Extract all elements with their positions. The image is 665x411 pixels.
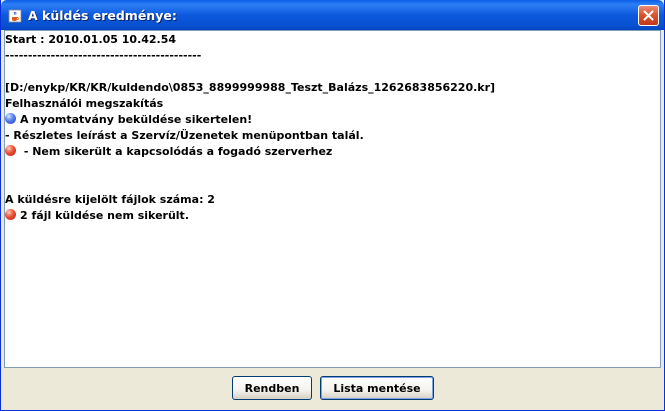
log-line: - Részletes leírást a Szervíz/Üzenetek m… (5, 129, 364, 142)
log-line: - Nem sikerült a kapcsolódás a fogadó sz… (5, 144, 332, 160)
log-line: Felhasználói megszakítás (5, 97, 164, 110)
dialog-window: A küldés eredménye: Start : 2010.01.05 1… (0, 0, 665, 411)
ok-button[interactable]: Rendben (232, 376, 312, 400)
button-bar: Rendben Lista mentése (1, 368, 664, 408)
log-line: A nyomtatvány beküldése sikertelen! (5, 112, 252, 128)
log-line: A küldésre kijelölt fájlok száma: 2 (5, 193, 215, 206)
log-line: [D:/enykp/KR/KR/kuldendo\0853_8899999988… (5, 81, 496, 94)
result-log-area[interactable]: Start : 2010.01.05 10.42.54 ------------… (4, 30, 661, 368)
red-status-dot-icon (5, 209, 16, 220)
java-cup-icon (8, 8, 22, 23)
title-bar[interactable]: A küldés eredménye: (1, 0, 664, 30)
log-line: Start : 2010.01.05 10.42.54 (5, 33, 177, 46)
red-status-dot-icon (5, 145, 16, 156)
log-line: ----------------------------------------… (5, 49, 202, 62)
window-title: A küldés eredménye: (28, 8, 177, 23)
blue-status-dot-icon (5, 113, 16, 124)
close-button[interactable] (638, 5, 659, 26)
save-list-button[interactable]: Lista mentése (320, 376, 434, 400)
close-icon (643, 10, 654, 21)
log-line: 2 fájl küldése nem sikerült. (5, 208, 189, 224)
